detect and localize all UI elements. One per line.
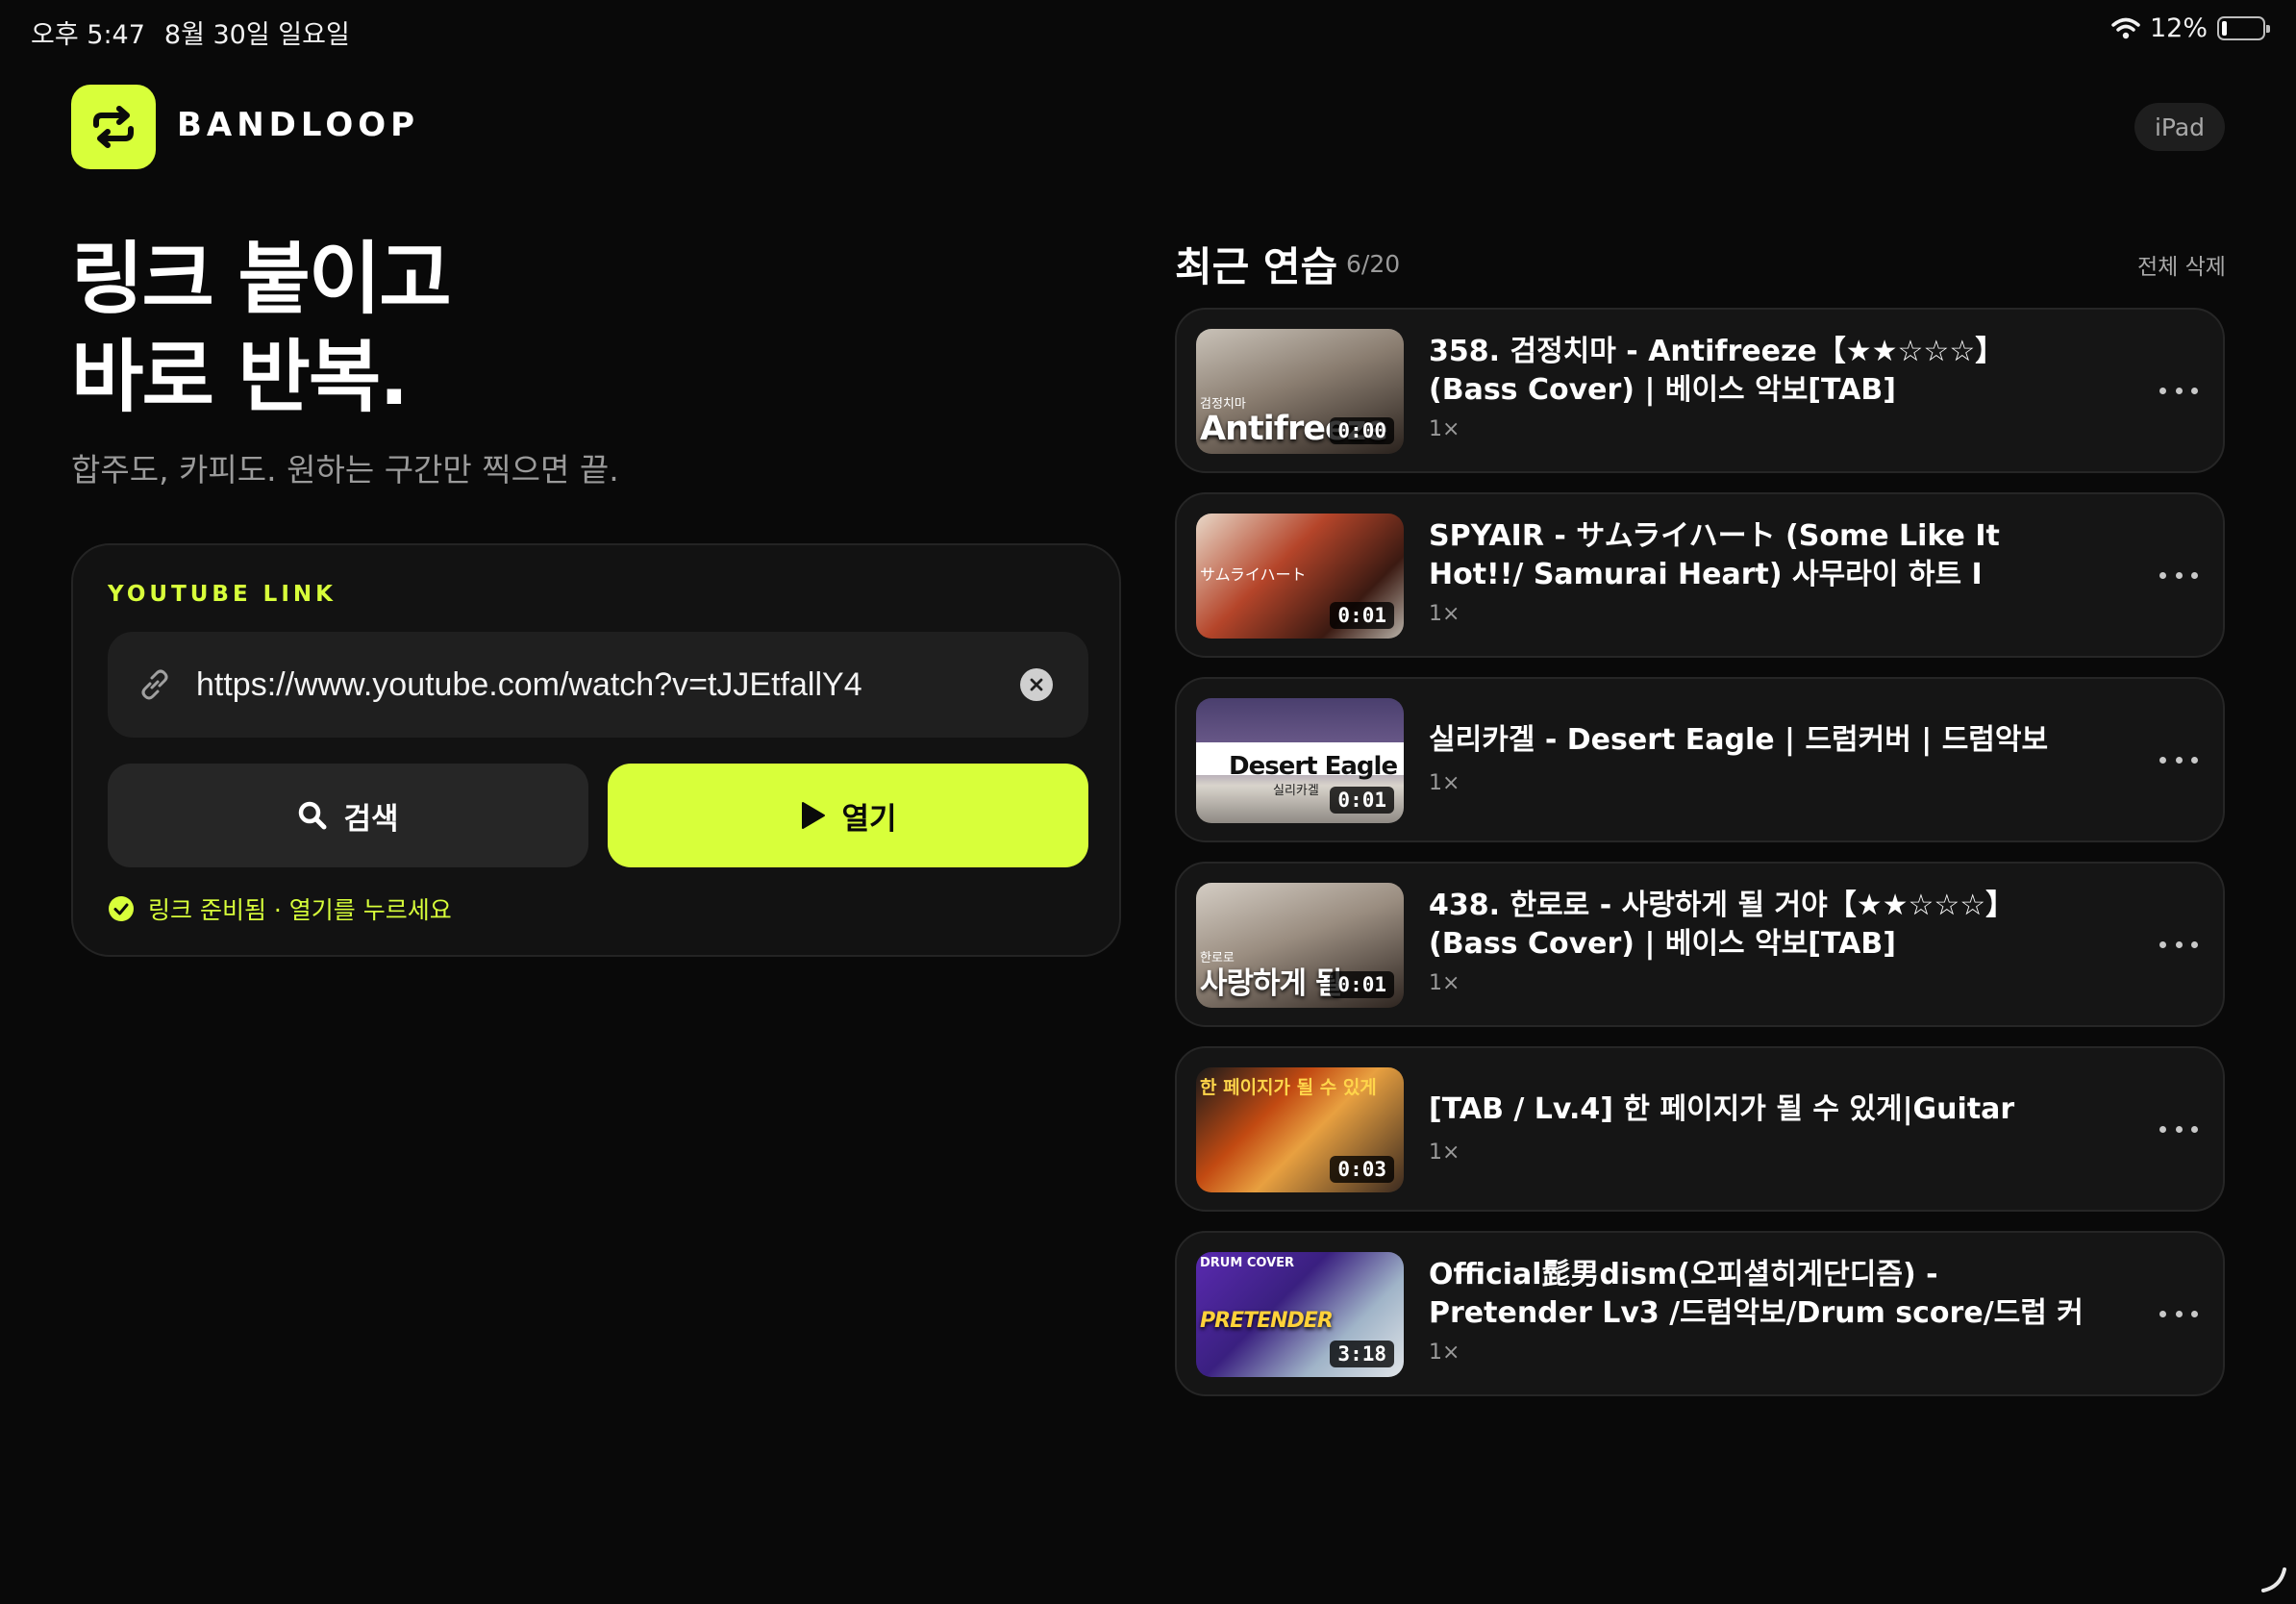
video-title: SPYAIR - サムライハート (Some Like It Hot!!/ Sa… (1429, 519, 2000, 591)
video-thumbnail: Desert Eagle 실리카겔 0:01 (1196, 698, 1404, 823)
video-thumbnail: サムライハート 0:01 (1196, 514, 1404, 639)
hero-title-line-2: 바로 반복. (71, 332, 409, 423)
status-date: 8월 30일 일요일 (163, 20, 350, 50)
status-bar: 오후 5:47 8월 30일 일요일 12% (0, 0, 2296, 62)
search-icon (299, 801, 327, 830)
playback-speed: 1× (1429, 602, 1460, 626)
more-options-button[interactable] (2159, 935, 2198, 954)
link-ready-text: 링크 준비됨 · 열기를 누르세요 (148, 896, 452, 924)
playback-speed: 1× (1429, 971, 1460, 995)
play-icon (802, 802, 826, 829)
thumbnail-caption: PRETENDER (1200, 1309, 1334, 1333)
video-thumbnail: 검정치마 Antifreeze 0:00 (1196, 329, 1404, 454)
recent-item[interactable]: Desert Eagle 실리카겔 0:01 실리카겔 - Desert Eag… (1175, 677, 2225, 842)
thumbnail-caption: 사랑하게 될 (1200, 966, 1342, 1001)
url-field[interactable] (108, 632, 1088, 738)
brand-name: BANDLOOP (177, 106, 420, 144)
check-circle-icon (109, 896, 134, 921)
recent-title: 최근 연습 (1175, 243, 1338, 290)
clear-icon (1030, 678, 1043, 691)
video-duration: 0:03 (1330, 1156, 1394, 1183)
link-ready-status: 링크 준비됨 · 열기를 누르세요 (108, 891, 452, 926)
link-icon (141, 669, 168, 700)
repeat-icon (93, 106, 134, 148)
wifi-icon (2111, 17, 2140, 38)
card-label: YOUTUBE LINK (108, 582, 337, 607)
video-thumbnail: 한 페이지가 될 수 있게 0:03 (1196, 1067, 1404, 1192)
video-title: Official髭男dism(오피셜히게단디즘) - Pretender Lv3… (1429, 1258, 2084, 1330)
more-options-button[interactable] (2159, 750, 2198, 769)
url-input[interactable] (196, 659, 1004, 711)
video-title: 실리카겔 - Desert Eagle | 드럼커버 | 드럼악보 (1429, 723, 2049, 757)
status-time-date: 오후 5:47 8월 30일 일요일 (31, 13, 350, 51)
playback-speed: 1× (1429, 771, 1460, 795)
video-thumbnail: DRUM COVER PRETENDER 3:18 (1196, 1252, 1404, 1377)
recent-count: 6/20 (1346, 250, 1401, 278)
video-thumbnail: 한로로 사랑하게 될 0:01 (1196, 883, 1404, 1008)
home-indicator-icon (2261, 1567, 2286, 1592)
recent-item[interactable]: 한로로 사랑하게 될 0:01 438. 한로로 - 사랑하게 될 거야【★★☆… (1175, 862, 2225, 1027)
playback-speed: 1× (1429, 1140, 1460, 1165)
battery-percent: 12% (2149, 13, 2208, 43)
search-button[interactable]: 검색 (108, 764, 588, 867)
more-options-button[interactable] (2159, 1304, 2198, 1323)
status-indicators: 12% (2111, 13, 2270, 43)
more-options-button[interactable] (2159, 565, 2198, 585)
thumbnail-subtext: 한 페이지가 될 수 있게 (1200, 1077, 1377, 1098)
recent-item[interactable]: DRUM COVER PRETENDER 3:18 Official髭男dism… (1175, 1231, 2225, 1396)
video-duration: 3:18 (1330, 1341, 1394, 1367)
clear-all-button[interactable]: 전체 삭제 (2137, 248, 2226, 281)
recent-item[interactable]: 한 페이지가 될 수 있게 0:03 [TAB / Lv.4] 한 페이지가 될… (1175, 1046, 2225, 1212)
video-title: 358. 검정치마 - Antifreeze【★★☆☆☆】(Bass Cover… (1429, 335, 2005, 407)
playback-speed: 1× (1429, 1341, 1460, 1365)
youtube-link-card: YOUTUBE LINK 검색 열기 링크 준비됨 · 열기를 누 (71, 543, 1121, 957)
recent-item[interactable]: サムライハート 0:01 SPYAIR - サムライハート (Some Like… (1175, 492, 2225, 658)
video-duration: 0:01 (1330, 787, 1394, 814)
video-duration: 0:01 (1330, 971, 1394, 998)
hero-title: 링크 붙이고 바로 반복. (71, 231, 452, 427)
open-button-label: 열기 (841, 801, 897, 837)
hero-title-line-1: 링크 붙이고 (71, 234, 452, 325)
video-duration: 0:01 (1330, 602, 1394, 629)
battery-icon (2217, 16, 2270, 40)
hero-subtitle: 합주도, 카피도. 원하는 구간만 찍으면 끝. (71, 451, 619, 489)
app-logo (71, 85, 156, 169)
thumbnail-subtext: サムライハート (1200, 565, 1307, 584)
video-duration: 0:00 (1330, 417, 1394, 444)
more-options-button[interactable] (2159, 381, 2198, 400)
playback-speed: 1× (1429, 417, 1460, 441)
device-badge: iPad (2134, 103, 2225, 151)
recent-item[interactable]: 검정치마 Antifreeze 0:00 358. 검정치마 - Antifre… (1175, 308, 2225, 473)
thumbnail-caption: Desert Eagle (1229, 752, 1398, 781)
clear-url-button[interactable] (1020, 668, 1053, 701)
thumbnail-subtext: DRUM COVER (1200, 1256, 1295, 1270)
search-button-label: 검색 (343, 801, 399, 837)
open-button[interactable]: 열기 (608, 764, 1088, 867)
video-title: [TAB / Lv.4] 한 페이지가 될 수 있게|Guitar Cover (1429, 1092, 2015, 1126)
video-title: 438. 한로로 - 사랑하게 될 거야【★★☆☆☆】(Bass Cover) … (1429, 889, 2015, 961)
status-time: 오후 5:47 (31, 20, 145, 50)
more-options-button[interactable] (2159, 1119, 2198, 1139)
thumbnail-subtext: 실리카겔 (1273, 784, 1319, 798)
